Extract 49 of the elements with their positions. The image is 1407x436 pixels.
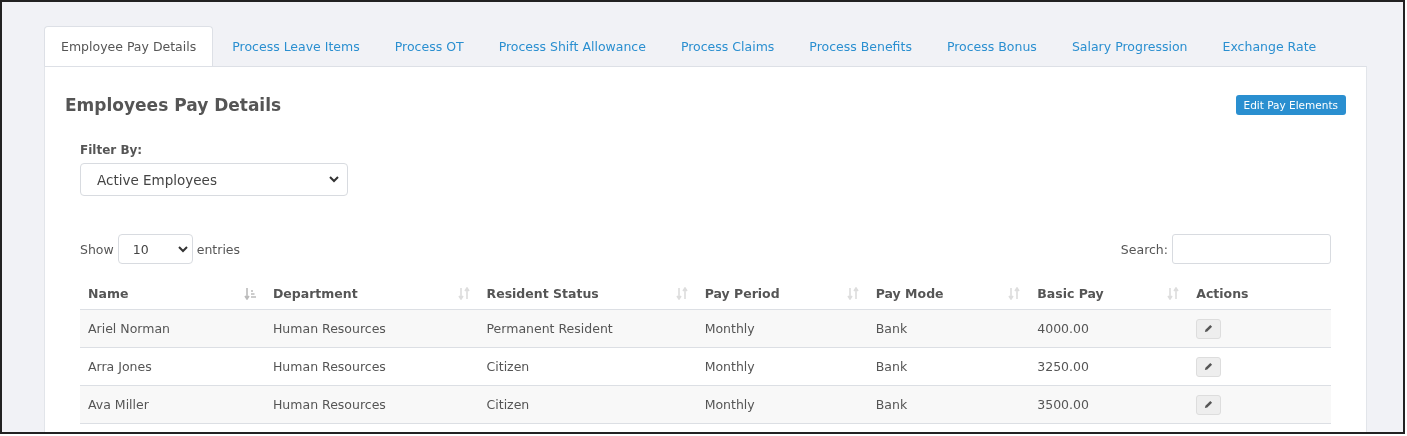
column-header[interactable]: Name	[88, 286, 129, 301]
table-cell: Human Resources	[272, 397, 386, 412]
sort-icon[interactable]	[846, 287, 860, 300]
table-cell: 3500.00	[1037, 397, 1089, 412]
table-cell: Human Resources	[272, 321, 386, 336]
table-cell: Human Resources	[272, 359, 386, 374]
table-cell: Bank	[875, 321, 908, 336]
sort-icon[interactable]	[1008, 287, 1022, 300]
chevron-down-icon	[177, 245, 188, 253]
table-cell: Arra Jones	[88, 359, 152, 374]
show-label: Show	[80, 241, 114, 257]
chevron-down-icon	[329, 176, 339, 183]
table-cell: Citizen	[486, 359, 530, 374]
table-cell: Monthly	[704, 397, 755, 412]
edit-pay-elements-button[interactable]: Edit Pay Elements	[1235, 95, 1346, 115]
filter-dropdown[interactable]: Active Employees	[80, 163, 348, 196]
sort-icon[interactable]	[1167, 287, 1181, 300]
column-header: Actions	[1196, 286, 1249, 301]
pencil-icon	[1204, 324, 1214, 333]
column-header[interactable]: Department	[272, 286, 358, 301]
search-label: Search:	[1120, 241, 1168, 257]
table-cell: Monthly	[704, 359, 755, 374]
table-cell: 4000.00	[1037, 321, 1089, 336]
sort-icon[interactable]	[457, 287, 471, 300]
column-header[interactable]: Pay Period	[704, 286, 780, 301]
table-cell: Bank	[875, 397, 908, 412]
entries-label: entries	[196, 241, 241, 257]
table-cell: Citizen	[486, 397, 530, 412]
table-cell: Monthly	[704, 321, 755, 336]
table-cell: Ava Miller	[88, 397, 149, 412]
pencil-icon	[1204, 362, 1214, 371]
sort-icon[interactable]	[675, 287, 689, 300]
table-cell: 3250.00	[1037, 359, 1089, 374]
tab[interactable]: Employee Pay Details	[44, 26, 214, 66]
pencil-icon	[1204, 400, 1214, 409]
column-header[interactable]: Basic Pay	[1037, 286, 1104, 301]
edit-button[interactable]	[1196, 356, 1222, 377]
table-cell: Ariel Norman	[88, 321, 170, 336]
table-cell: Bank	[875, 359, 908, 374]
column-header[interactable]: Resident Status	[486, 286, 599, 301]
column-header[interactable]: Pay Mode	[875, 286, 944, 301]
edit-button[interactable]	[1196, 394, 1222, 415]
entries-dropdown[interactable]: 10	[117, 234, 193, 264]
filter-label: Filter By:	[80, 143, 144, 157]
sort-ascending-icon[interactable]	[243, 287, 257, 300]
edit-button[interactable]	[1196, 318, 1222, 339]
page-heading: Employees Pay Details	[65, 95, 282, 115]
search-field[interactable]	[1172, 234, 1331, 264]
table-cell: Permanent Resident	[486, 321, 613, 336]
